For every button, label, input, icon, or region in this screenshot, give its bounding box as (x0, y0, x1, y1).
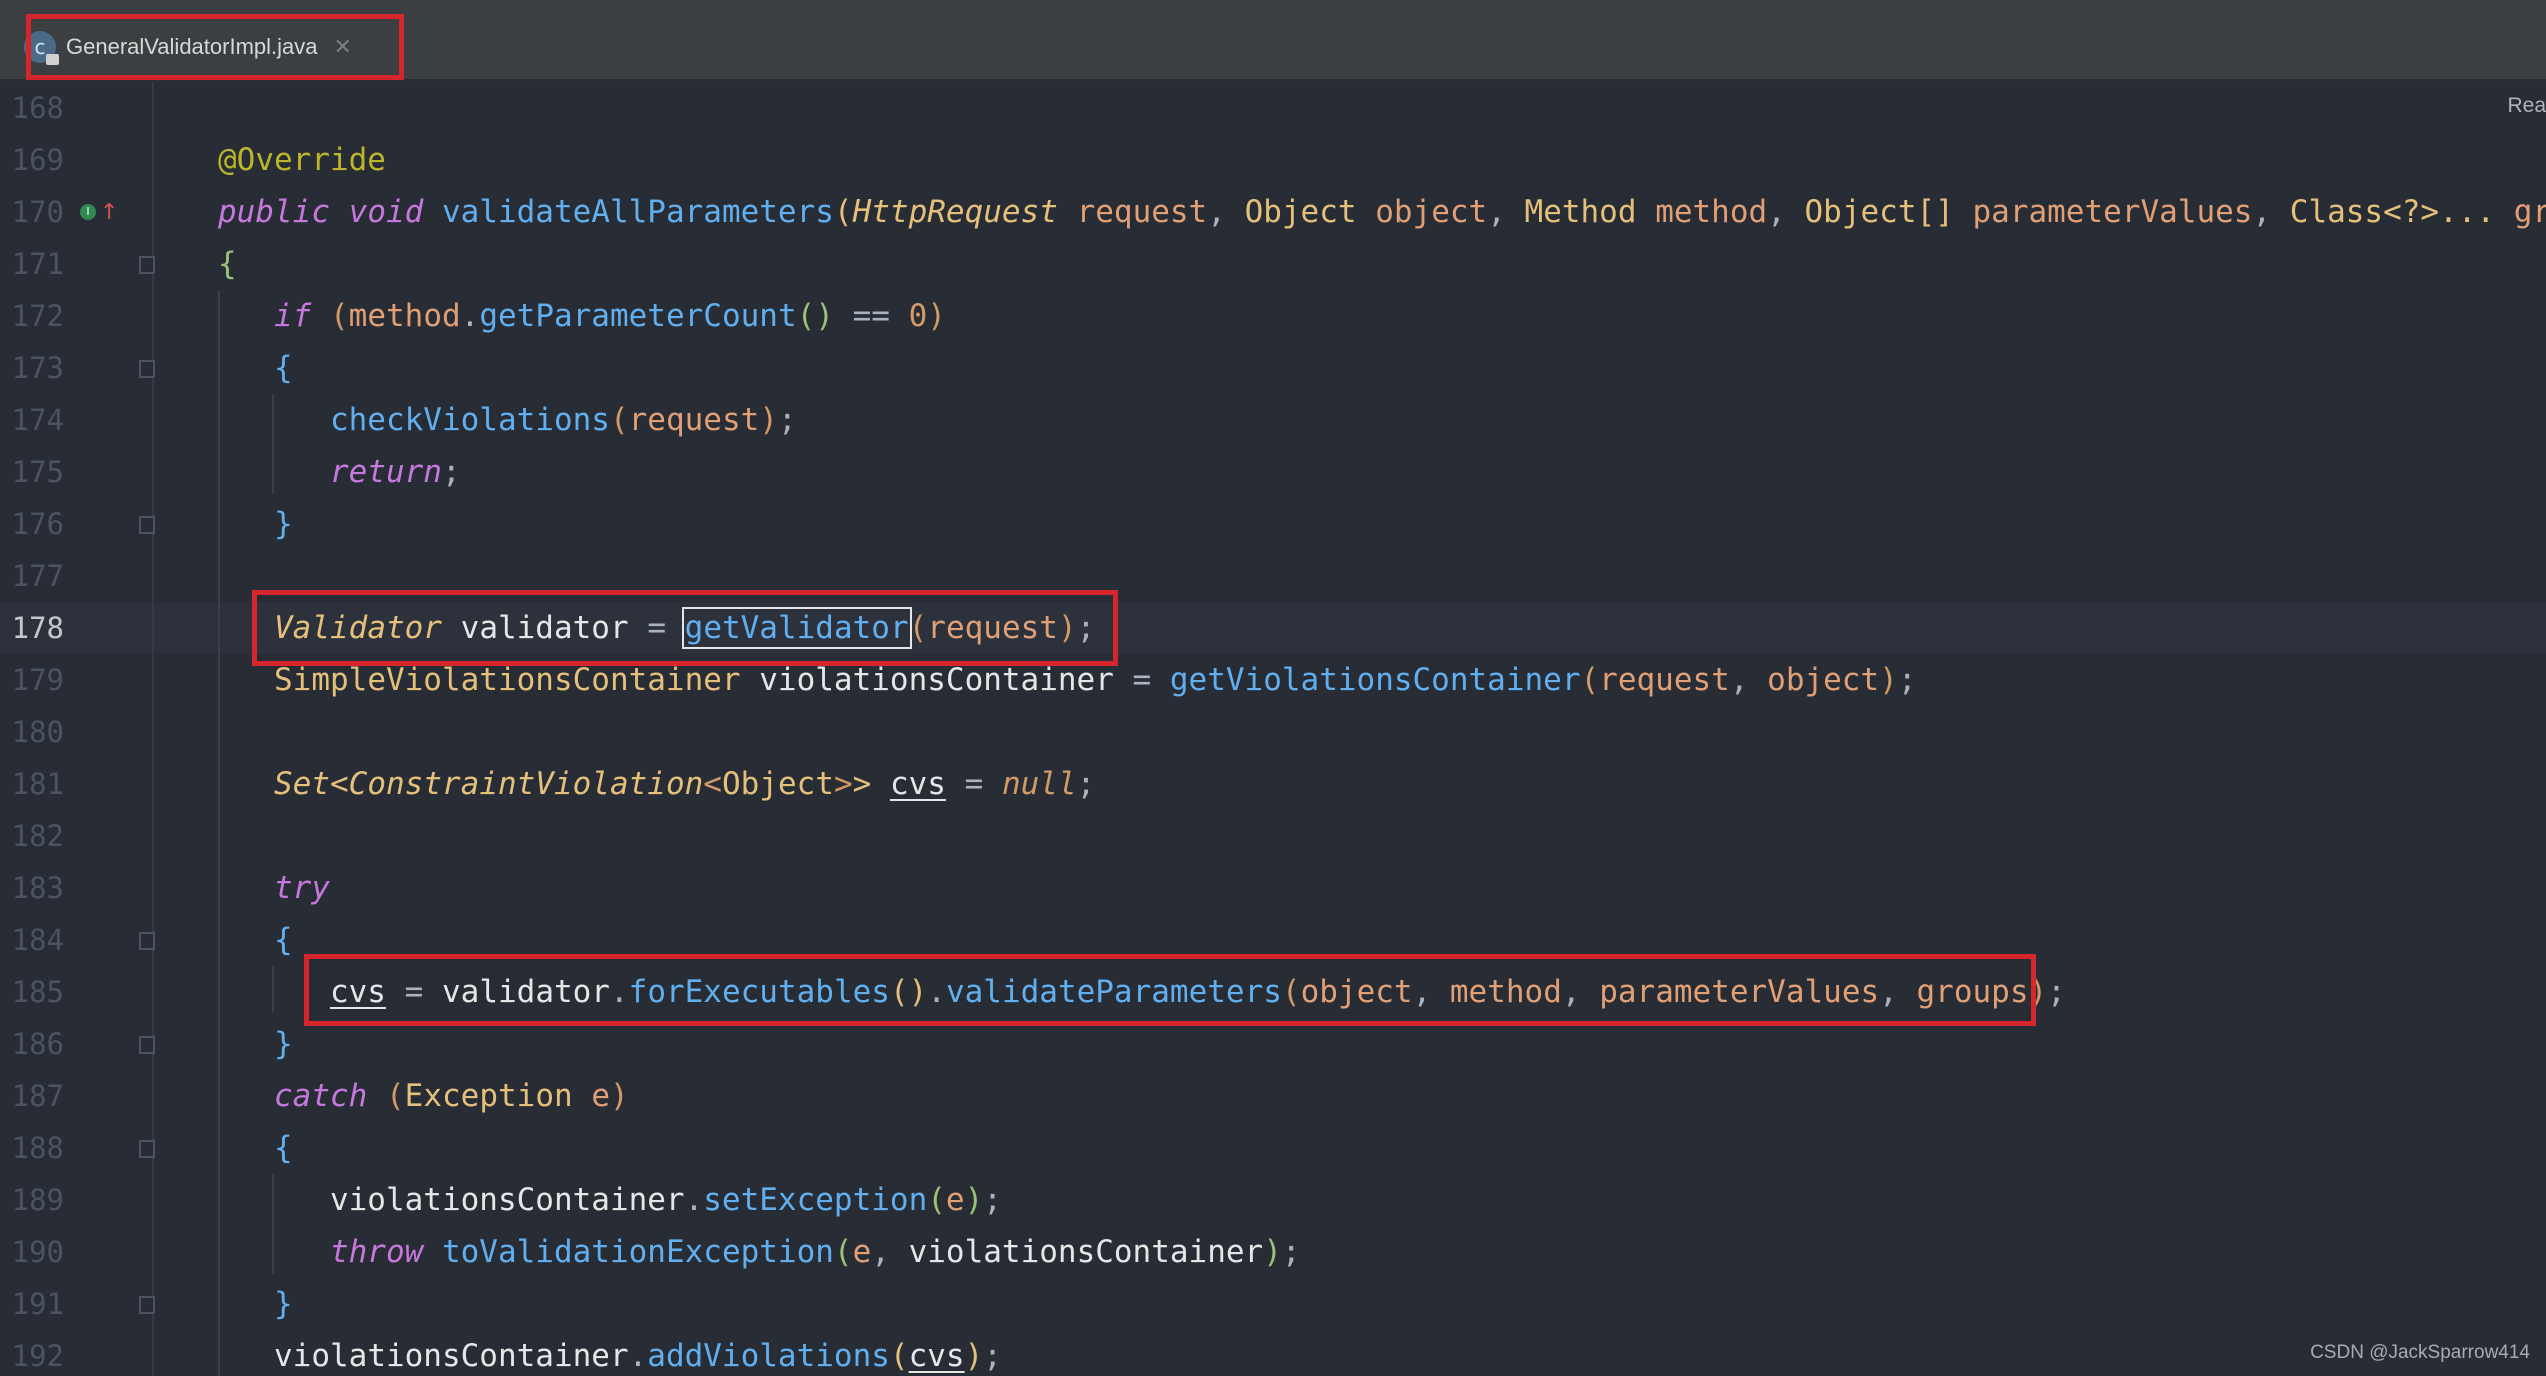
line-number: 176 (11, 507, 64, 541)
code-line: 183 try (0, 862, 2546, 914)
fold-marker-icon[interactable] (139, 932, 155, 950)
code-line-current: 178 Validator validator = getValidator(r… (0, 602, 2546, 654)
code-text: } (274, 1286, 293, 1322)
close-icon[interactable]: ✕ (334, 35, 352, 60)
code-text: Set<ConstraintViolation<Object>> cvs = n… (274, 766, 1096, 802)
code-line: 182 (0, 810, 2546, 862)
tab-general-validator-impl[interactable]: c GeneralValidatorImpl.java ✕ (24, 14, 384, 80)
code-text: { (218, 246, 237, 282)
fold-marker-icon[interactable] (139, 256, 155, 274)
lock-icon (46, 54, 59, 65)
fold-marker-icon[interactable] (139, 1036, 155, 1054)
watermark: CSDN @JackSparrow414 (2310, 1342, 2530, 1363)
line-number: 170 (11, 195, 64, 229)
code-text: try (274, 870, 330, 906)
code-text: public void validateAllParameters(HttpRe… (218, 194, 2546, 230)
line-number: 187 (11, 1079, 64, 1113)
code-text: if (method.getParameterCount() == 0) (274, 298, 946, 334)
line-number: 190 (11, 1235, 64, 1269)
code-line: 170 I ↑ public void validateAllParameter… (0, 186, 2546, 238)
line-number: 174 (11, 403, 64, 437)
line-number: 169 (11, 143, 64, 177)
line-number: 186 (11, 1027, 64, 1061)
line-number: 184 (11, 923, 64, 957)
code-text: Validator validator = getValidator(reque… (274, 607, 1096, 649)
code-line: 186 } (0, 1018, 2546, 1070)
code-line: 179 SimpleViolationsContainer violations… (0, 654, 2546, 706)
code-text: } (274, 506, 293, 542)
code-text: SimpleViolationsContainer violationsCont… (274, 662, 1917, 698)
code-line: 176 } (0, 498, 2546, 550)
override-arrow-icon[interactable]: ↑ (100, 200, 118, 225)
line-number: 185 (11, 975, 64, 1009)
code-line: 192 violationsContainer.addViolations(cv… (0, 1330, 2546, 1376)
fold-marker-icon[interactable] (139, 1296, 155, 1314)
code-line: 171 { (0, 238, 2546, 290)
code-text: catch (Exception e) (274, 1078, 629, 1114)
line-number: 173 (11, 351, 64, 385)
line-number: 192 (11, 1339, 64, 1373)
code-text: } (274, 1026, 293, 1062)
implements-icon[interactable]: I (80, 204, 96, 220)
line-number: 175 (11, 455, 64, 489)
code-text: return; (329, 454, 461, 490)
fold-marker-icon[interactable] (139, 360, 155, 378)
code-text: violationsContainer.addViolations(cvs); (274, 1338, 1002, 1374)
selected-identifier: getValidator (681, 607, 912, 649)
code-line: 189 violationsContainer.setException(e); (0, 1174, 2546, 1226)
fold-marker-icon[interactable] (139, 516, 155, 534)
code-line: 177 (0, 550, 2546, 602)
line-number: 191 (11, 1287, 64, 1321)
code-text: { (274, 922, 293, 958)
code-line: 168 (0, 82, 2546, 134)
line-number: 181 (11, 767, 64, 801)
fold-marker-icon[interactable] (139, 1140, 155, 1158)
code-text: cvs = validator.forExecutables().validat… (329, 974, 2066, 1010)
editor-tab-bar: c GeneralValidatorImpl.java ✕ (0, 0, 2546, 82)
code-line: 184 { (0, 914, 2546, 966)
indent-guide (272, 1174, 274, 1274)
line-number: 179 (11, 663, 64, 697)
code-text: violationsContainer.setException(e); (329, 1182, 1002, 1218)
code-text: throw toValidationException(e, violation… (329, 1234, 1301, 1270)
line-number: 171 (11, 247, 64, 281)
line-number: 177 (11, 559, 64, 593)
indent-guide (272, 966, 274, 1012)
indent-guide (272, 394, 274, 494)
code-line: 172 if (method.getParameterCount() == 0) (0, 290, 2546, 342)
code-line: 190 throw toValidationException(e, viola… (0, 1226, 2546, 1278)
code-text: { (274, 1130, 293, 1166)
line-number: 180 (11, 715, 64, 749)
code-text: checkViolations(request); (329, 402, 797, 438)
java-class-icon: c (24, 31, 59, 65)
line-number: 182 (11, 819, 64, 853)
code-line: 173 { (0, 342, 2546, 394)
gutter-separator (152, 82, 154, 1376)
code-line: 169 @Override (0, 134, 2546, 186)
code-line: 175 return; (0, 446, 2546, 498)
line-number: 188 (11, 1131, 64, 1165)
code-line: 188 { (0, 1122, 2546, 1174)
code-text: { (274, 350, 293, 386)
code-line: 185 cvs = validator.forExecutables().val… (0, 966, 2546, 1018)
code-text: @Override (218, 142, 386, 178)
tab-title: GeneralValidatorImpl.java (66, 34, 318, 59)
code-line: 191 } (0, 1278, 2546, 1330)
line-number: 189 (11, 1183, 64, 1217)
line-number: 168 (11, 91, 64, 125)
code-line: 187 catch (Exception e) (0, 1070, 2546, 1122)
line-number: 178 (11, 611, 64, 645)
code-editor[interactable]: 168 169 @Override 170 I ↑ public void va… (0, 82, 2546, 1376)
code-line: 174 checkViolations(request); (0, 394, 2546, 446)
indent-guide (218, 290, 220, 1376)
code-line: 181 Set<ConstraintViolation<Object>> cvs… (0, 758, 2546, 810)
code-line: 180 (0, 706, 2546, 758)
line-number: 183 (11, 871, 64, 905)
line-number: 172 (11, 299, 64, 333)
